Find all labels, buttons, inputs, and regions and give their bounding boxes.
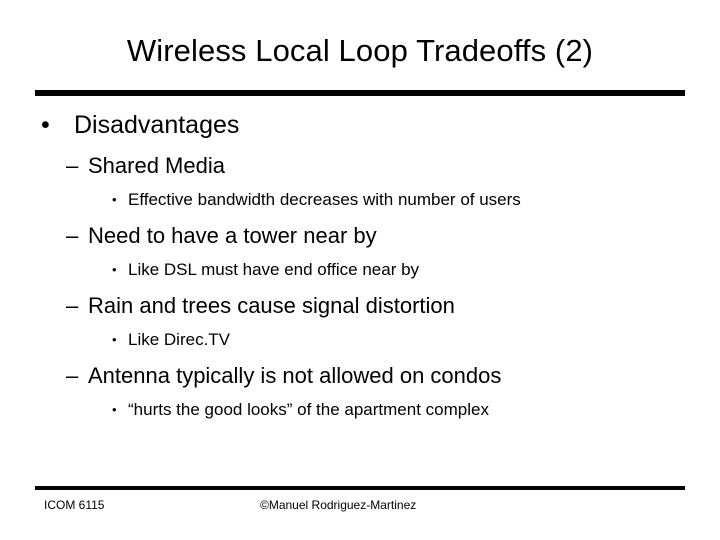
bullet-text: Disadvantages [74,111,240,139]
bullet-level3-hurts-good-looks: • “hurts the good looks” of the apartmen… [0,398,720,421]
slide-footer: ICOM 6115 ©Manuel Rodriguez-Martinez [0,496,720,520]
bullet-dot-icon: • [112,402,117,417]
slide-body: • Disadvantages – Shared Media • Effecti… [0,104,720,474]
bullet-dash-icon: – [66,153,79,178]
bullet-text: Like DSL must have end office near by [128,260,420,279]
bullet-level2-shared-media: – Shared Media [0,151,720,180]
bullet-dot-icon: • [112,262,117,277]
bullet-level3-like-directv: • Like Direc.TV [0,328,720,351]
bullet-level3-like-dsl: • Like DSL must have end office near by [0,258,720,281]
bullet-text: Rain and trees cause signal distortion [88,293,455,318]
bullet-text: Need to have a tower near by [88,223,377,248]
bullet-text: Shared Media [88,153,225,178]
bullet-dot-icon: • [112,332,117,347]
bullet-dot-icon: • [112,192,117,207]
bullet-level2-tower-near-by: – Need to have a tower near by [0,221,720,250]
bullet-dot-icon: • [41,111,50,139]
bullet-text: Like Direc.TV [128,330,231,349]
bullet-level3-effective-bandwidth: • Effective bandwidth decreases with num… [0,188,720,211]
bullet-dash-icon: – [66,293,79,318]
bullet-text: Effective bandwidth decreases with numbe… [128,190,521,209]
bullet-dash-icon: – [66,363,79,388]
bullet-text: Antenna typically is not allowed on cond… [88,363,502,388]
footer-copyright: ©Manuel Rodriguez-Martinez [260,498,417,512]
bullet-level2-antenna-condos: – Antenna typically is not allowed on co… [0,361,720,390]
title-divider [35,90,685,96]
slide: Wireless Local Loop Tradeoffs (2) • Disa… [0,0,720,540]
bullet-level2-rain-and-trees: – Rain and trees cause signal distortion [0,291,720,320]
footer-course-code: ICOM 6115 [44,498,105,512]
page-title: Wireless Local Loop Tradeoffs (2) [126,33,594,68]
bullet-dash-icon: – [66,223,79,248]
bullet-text: “hurts the good looks” of the apartment … [128,400,489,419]
slide-title-area: Wireless Local Loop Tradeoffs (2) [0,32,720,70]
bullet-level1-disadvantages: • Disadvantages [0,110,720,141]
footer-divider [35,486,685,490]
